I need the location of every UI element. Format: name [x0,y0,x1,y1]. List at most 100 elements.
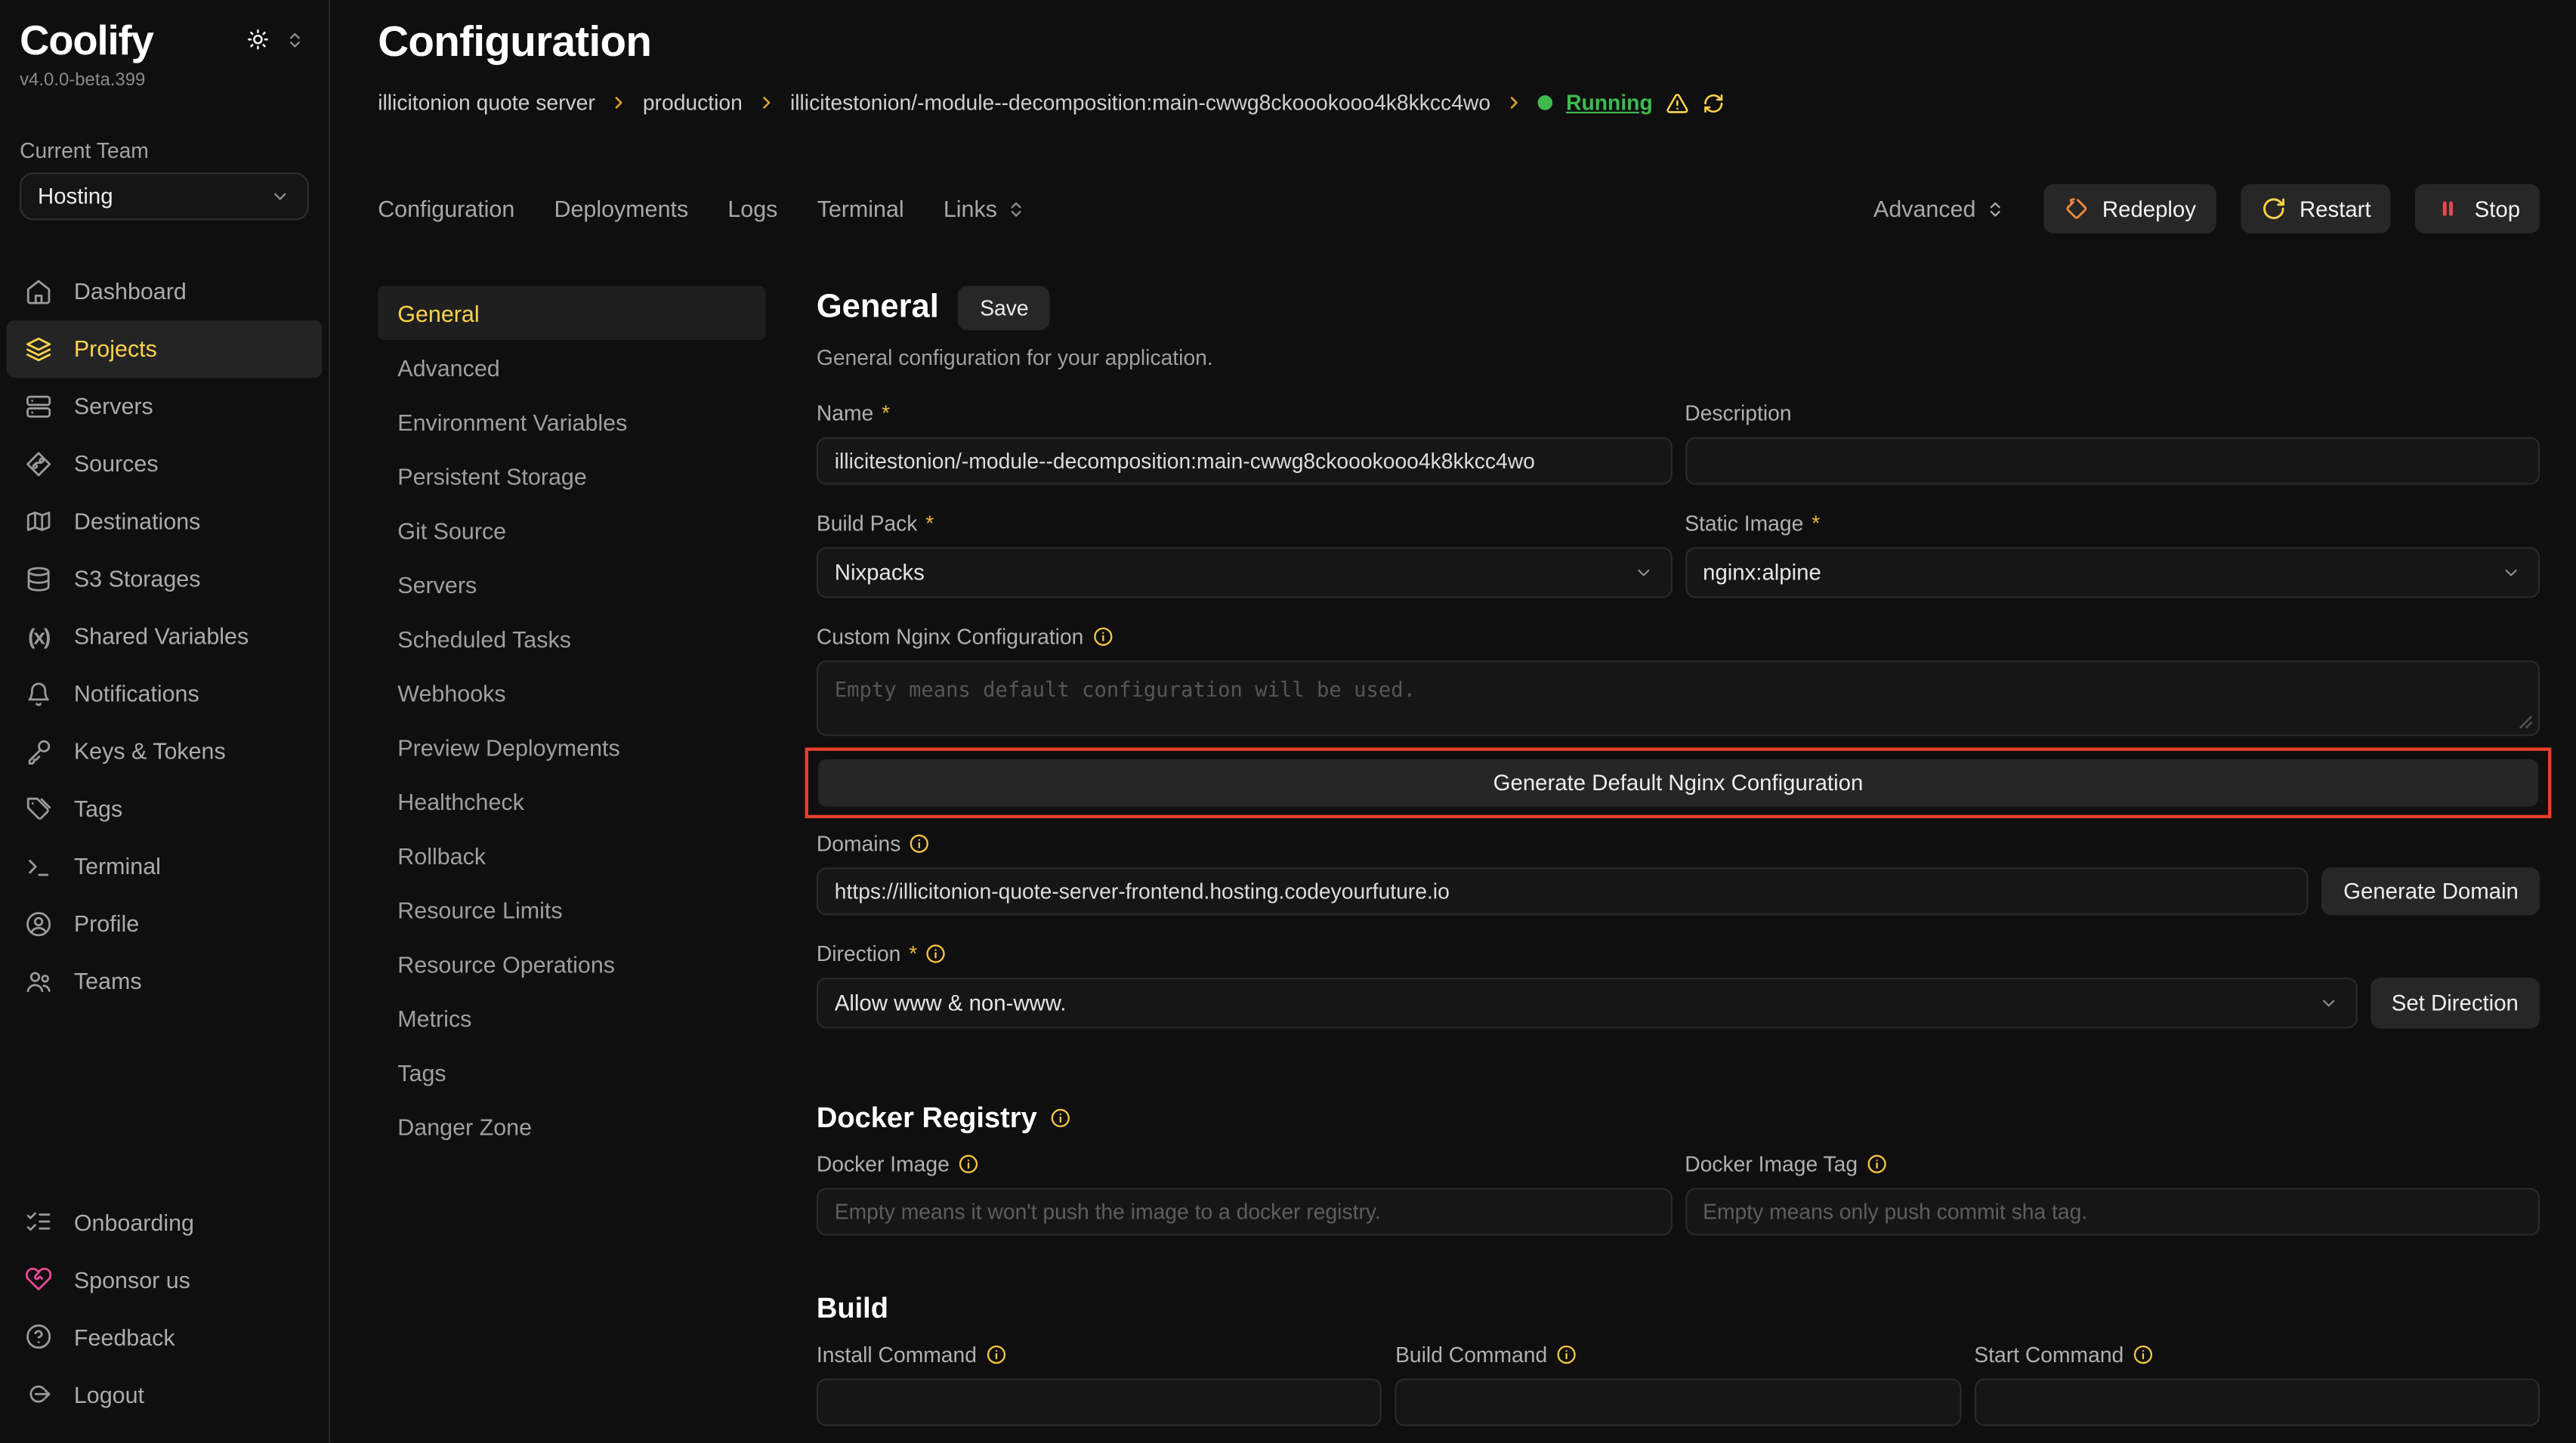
info-icon[interactable] [985,1344,1006,1365]
chevron-down-icon [1632,562,1654,583]
sidebar-collapse-icon[interactable] [284,29,305,50]
warning-triangle-icon[interactable] [1666,91,1688,114]
sidebar-item-servers[interactable]: Servers [7,377,323,434]
subnav-item-persistent-storage[interactable]: Persistent Storage [378,449,765,503]
theme-toggle-icon[interactable] [246,28,269,51]
logout-icon [25,1380,53,1408]
stop-button[interactable]: Stop [2415,184,2540,233]
subnav-item-preview-deployments[interactable]: Preview Deployments [378,720,765,774]
tab-logs[interactable]: Logs [727,196,777,222]
sidebar-item-label: Tags [74,796,122,822]
sidebar-item-terminal[interactable]: Terminal [7,837,323,895]
sidebar-item-profile[interactable]: Profile [7,895,323,952]
subnav-item-environment-variables[interactable]: Environment Variables [378,394,765,449]
info-icon[interactable] [2132,1344,2153,1365]
subnav-item-webhooks[interactable]: Webhooks [378,666,765,720]
status-dot [1538,95,1553,110]
restart-button[interactable]: Restart [2241,184,2391,233]
nginx-config-textarea[interactable]: Empty means default configuration will b… [817,660,2540,736]
name-label: Name* [817,401,1672,426]
info-icon[interactable] [1555,1344,1577,1365]
server-icon [25,392,53,420]
sidebar-item-label: Teams [74,968,142,994]
subnav-item-metrics[interactable]: Metrics [378,990,765,1045]
sidebar-item-shared-variables[interactable]: (x) Shared Variables [7,607,323,665]
sidebar-item-teams[interactable]: Teams [7,952,323,1009]
info-icon[interactable] [909,833,930,854]
sidebar-item-notifications[interactable]: Notifications [7,665,323,722]
chevrons-up-down-icon [1984,198,2005,219]
sidebar-item-logout[interactable]: Logout [7,1365,323,1423]
subnav-item-resource-limits[interactable]: Resource Limits [378,882,765,937]
sidebar-item-feedback[interactable]: Feedback [7,1308,323,1365]
name-input[interactable] [817,437,1672,484]
stop-label: Stop [2475,196,2520,221]
sidebar-item-s3-storages[interactable]: S3 Storages [7,549,323,607]
breadcrumb-project[interactable]: illicitonion quote server [378,91,595,116]
save-button[interactable]: Save [959,286,1050,330]
advanced-dropdown[interactable]: Advanced [1873,196,2006,222]
redeploy-button[interactable]: Redeploy [2043,184,2216,233]
tab-links[interactable]: Links [944,196,1027,222]
build-command-label: Build Command [1395,1343,1961,1367]
subnav-item-tags[interactable]: Tags [378,1045,765,1099]
sidebar-item-destinations[interactable]: Destinations [7,492,323,549]
subnav-item-general[interactable]: General [378,286,765,340]
breadcrumb-application[interactable]: illicitestonion/-module--decomposition:m… [790,91,1490,116]
build-pack-select[interactable]: Nixpacks [817,547,1672,598]
status-running-link[interactable]: Running [1566,91,1653,116]
home-icon [25,277,53,304]
database-icon [25,564,53,592]
sidebar-item-projects[interactable]: Projects [7,320,323,377]
toolbar: Configuration Deployments Logs Terminal … [378,184,2540,233]
redeploy-label: Redeploy [2102,196,2196,221]
install-command-input[interactable] [817,1379,1382,1426]
info-icon[interactable] [1866,1154,1887,1175]
info-icon[interactable] [1050,1108,1071,1129]
refresh-icon[interactable] [1702,91,1725,114]
description-label: Description [1685,401,2540,426]
generate-default-nginx-button[interactable]: Generate Default Nginx Configuration [818,759,2538,807]
breadcrumb-environment[interactable]: production [643,91,743,116]
tab-terminal[interactable]: Terminal [817,196,904,222]
domains-input[interactable] [817,867,2309,915]
sidebar-item-onboarding[interactable]: Onboarding [7,1193,323,1250]
docker-image-tag-input[interactable] [1685,1188,2540,1235]
generate-domain-button[interactable]: Generate Domain [2322,867,2540,915]
static-image-select[interactable]: nginx:alpine [1685,547,2540,598]
team-select[interactable]: Hosting [20,171,309,219]
sidebar-item-dashboard[interactable]: Dashboard [7,262,323,320]
subnav-item-resource-operations[interactable]: Resource Operations [378,937,765,991]
sidebar-item-label: Destinations [74,508,201,534]
set-direction-button[interactable]: Set Direction [2371,978,2540,1028]
subnav-item-healthcheck[interactable]: Healthcheck [378,774,765,828]
build-command-input[interactable] [1395,1379,1961,1426]
subnav-item-advanced[interactable]: Advanced [378,340,765,394]
sidebar-item-label: Terminal [74,853,161,879]
subnav-item-rollback[interactable]: Rollback [378,828,765,882]
sidebar-item-keys-tokens[interactable]: Keys & Tokens [7,722,323,780]
info-icon[interactable] [958,1154,979,1175]
subnav-item-danger-zone[interactable]: Danger Zone [378,1099,765,1154]
required-mark: * [882,401,890,426]
subnav-item-git-source[interactable]: Git Source [378,502,765,557]
sidebar-item-sources[interactable]: Sources [7,434,323,492]
info-icon[interactable] [925,943,947,964]
description-input[interactable] [1685,437,2540,484]
docker-image-input[interactable] [817,1188,1672,1235]
info-icon[interactable] [1092,626,1113,647]
start-command-input[interactable] [1974,1379,2540,1426]
resize-handle[interactable] [2519,715,2534,730]
app-logo[interactable]: Coolify [20,20,153,65]
sidebar-item-label: Keys & Tokens [74,737,226,764]
direction-select[interactable]: Allow www & non-www. [817,978,2357,1028]
pause-icon [2435,196,2461,222]
sidebar-item-sponsor-us[interactable]: Sponsor us [7,1250,323,1308]
tab-configuration[interactable]: Configuration [378,196,514,222]
subnav-item-scheduled-tasks[interactable]: Scheduled Tasks [378,611,765,666]
subnav-item-servers[interactable]: Servers [378,557,765,611]
tab-deployments[interactable]: Deployments [554,196,688,222]
breadcrumb: illicitonion quote server production ill… [378,91,2540,116]
sidebar-item-tags[interactable]: Tags [7,780,323,837]
static-image-value: nginx:alpine [1703,561,1821,586]
